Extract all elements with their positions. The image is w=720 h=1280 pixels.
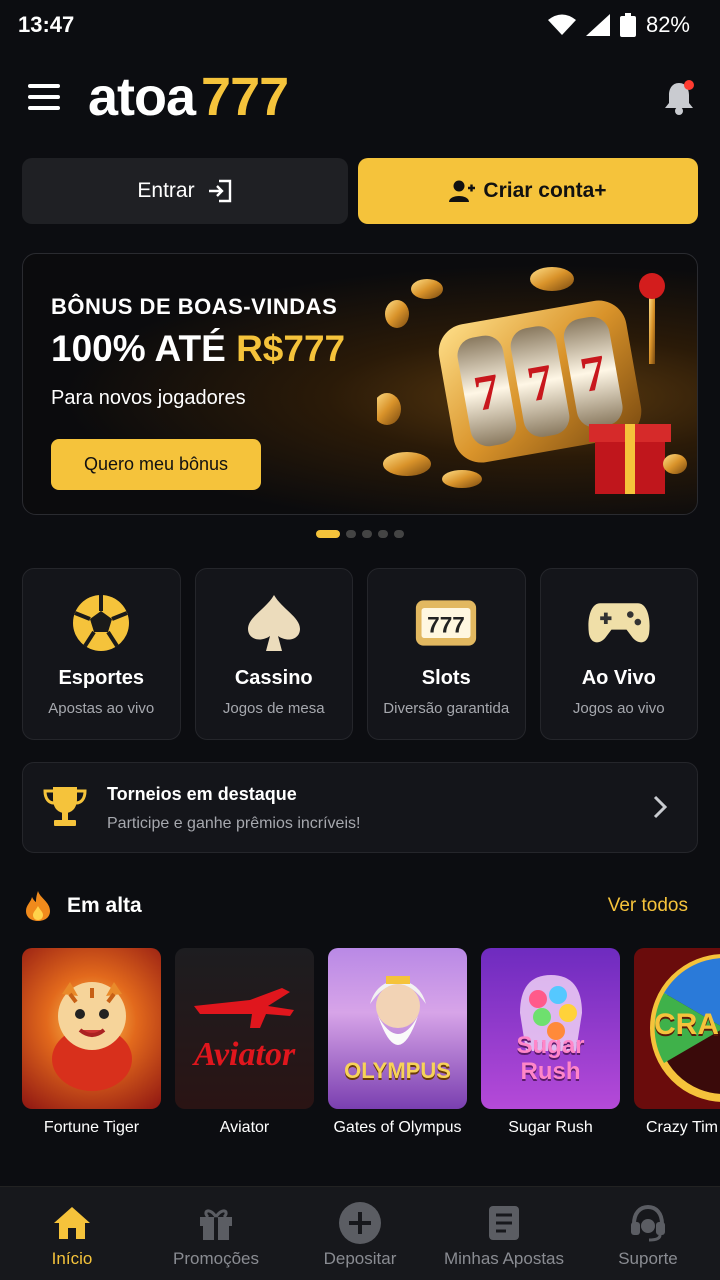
- nav-label: Promoções: [173, 1249, 259, 1268]
- game-card-aviator[interactable]: Aviator Aviator: [175, 948, 314, 1137]
- pagination-dot[interactable]: [362, 530, 372, 538]
- gift-icon: [198, 1203, 234, 1243]
- status-icons: 82%: [547, 12, 690, 38]
- login-button[interactable]: Entrar: [22, 158, 348, 224]
- category-slots[interactable]: 777 Slots Diversão garantida: [367, 568, 526, 740]
- game-card-gates-of-olympus[interactable]: OLYMPUS Gates of Olympus: [328, 948, 467, 1137]
- category-name: Ao Vivo: [581, 667, 656, 689]
- pagination-dot-active[interactable]: [316, 530, 340, 538]
- battery-icon: [619, 13, 636, 37]
- tournaments-title: Torneios em destaque: [107, 784, 297, 804]
- category-subtitle: Apostas ao vivo: [48, 700, 155, 717]
- category-live[interactable]: Ao Vivo Jogos ao vivo: [539, 568, 698, 740]
- pagination-dot[interactable]: [346, 530, 356, 538]
- game-card-fortune-tiger[interactable]: Fortune Tiger: [22, 948, 161, 1137]
- receipt-icon: [488, 1203, 520, 1243]
- wifi-icon: [547, 14, 576, 35]
- soccer-ball-icon: [69, 591, 133, 655]
- auth-buttons: Entrar Criar conta+: [22, 158, 698, 224]
- trending-header: Em alta Ver todos: [0, 886, 720, 926]
- claim-bonus-button[interactable]: Quero meu bônus: [51, 439, 261, 490]
- login-label: Entrar: [137, 179, 195, 202]
- nav-label: Minhas Apostas: [443, 1249, 564, 1268]
- nav-deposit[interactable]: Depositar: [288, 1187, 432, 1280]
- category-subtitle: Jogos ao vivo: [572, 700, 665, 717]
- bottom-navigation: Início Promoções Depositar Minhas Aposta…: [0, 1186, 720, 1280]
- app-header: atoa 777: [0, 62, 720, 132]
- banner-title: BÔNUS DE BOAS-VINDAS: [51, 294, 338, 319]
- game-thumbnail: [22, 948, 161, 1109]
- welcome-bonus-banner[interactable]: BÔNUS DE BOAS-VINDAS 100% ATÉ R$777 Para…: [22, 253, 698, 515]
- trending-title: Em alta: [67, 894, 142, 917]
- category-name: Cassino: [234, 667, 313, 689]
- banner-pagination: [0, 530, 720, 538]
- headset-icon: [629, 1203, 667, 1243]
- logo-text: atoa: [88, 67, 196, 127]
- banner-headline: 100% ATÉ R$777: [51, 328, 346, 369]
- slot-777-icon: 777: [414, 591, 478, 655]
- game-card-crazy-time[interactable]: CRAZ Crazy Tim: [634, 948, 720, 1137]
- logo-number: 777: [201, 67, 289, 127]
- signup-button[interactable]: Criar conta+: [358, 158, 698, 224]
- tournaments-card[interactable]: Torneios em destaque Participe e ganhe p…: [22, 762, 698, 853]
- olympus-logo-text: OLYMPUS: [344, 1057, 451, 1083]
- battery-level: 82%: [645, 12, 690, 37]
- nav-promotions[interactable]: Promoções: [144, 1187, 288, 1280]
- category-name: Slots: [421, 667, 471, 689]
- nav-home[interactable]: Início: [0, 1187, 144, 1280]
- category-name: Esportes: [58, 667, 145, 689]
- home-icon: [53, 1203, 91, 1243]
- status-time: 13:47: [18, 12, 75, 37]
- trending-games-carousel[interactable]: Fortune Tiger Aviator Aviator OLYMPUS Ga…: [22, 948, 720, 1148]
- crazy-time-logo-text: CRAZ: [654, 1008, 720, 1041]
- status-bar: 13:47 82%: [0, 0, 720, 50]
- spade-icon: [242, 591, 306, 655]
- game-name: Sugar Rush: [508, 1119, 593, 1136]
- pagination-dot[interactable]: [394, 530, 404, 538]
- banner-subtitle: Para novos jogadores: [51, 387, 246, 409]
- notification-bell-icon[interactable]: [662, 80, 696, 116]
- fire-icon: [26, 891, 50, 921]
- nav-label: Depositar: [323, 1249, 397, 1268]
- sugar-rush-logo-text: Sugar Rush: [516, 1031, 585, 1085]
- notification-dot: [684, 80, 694, 90]
- game-thumbnail: Aviator: [175, 948, 314, 1109]
- game-name: Gates of Olympus: [333, 1119, 462, 1136]
- nav-my-bets[interactable]: Minhas Apostas: [432, 1187, 576, 1280]
- category-subtitle: Jogos de mesa: [222, 700, 325, 717]
- gamepad-icon: [587, 591, 651, 655]
- hamburger-menu-icon[interactable]: [28, 84, 60, 110]
- category-grid: Esportes Apostas ao vivo Cassino Jogos d…: [22, 568, 698, 740]
- category-subtitle: Diversão garantida: [383, 700, 510, 717]
- nav-support[interactable]: Suporte: [576, 1187, 720, 1280]
- game-thumbnail: OLYMPUS: [328, 948, 467, 1109]
- nav-label: Início: [51, 1249, 93, 1268]
- game-thumbnail: Sugar Rush: [481, 948, 620, 1109]
- plus-circle-icon: [338, 1202, 382, 1244]
- game-name: Crazy Tim: [646, 1119, 718, 1136]
- game-card-sugar-rush[interactable]: Sugar Rush Sugar Rush: [481, 948, 620, 1137]
- slot-machine-illustration: 7 7 7: [377, 267, 687, 494]
- brand-logo[interactable]: atoa 777: [88, 66, 289, 128]
- banner-amount: R$777: [236, 328, 346, 369]
- game-name: Fortune Tiger: [43, 1119, 140, 1136]
- game-name: Aviator: [219, 1119, 270, 1136]
- aviator-logo-text: Aviator: [193, 1035, 296, 1073]
- svg-text:777: 777: [427, 612, 465, 637]
- login-icon: [208, 179, 231, 203]
- user-add-icon: [449, 180, 476, 202]
- signal-icon: [585, 14, 610, 36]
- game-thumbnail: CRAZ: [634, 948, 720, 1109]
- tournaments-subtitle: Participe e ganhe prêmios incríveis!: [107, 815, 361, 832]
- chevron-right-icon: [653, 795, 667, 819]
- category-casino[interactable]: Cassino Jogos de mesa: [194, 568, 353, 740]
- see-all-link[interactable]: Ver todos: [608, 895, 688, 917]
- pagination-dot[interactable]: [378, 530, 388, 538]
- trophy-icon: [43, 787, 87, 826]
- signup-label: Criar conta+: [483, 179, 607, 202]
- category-sports[interactable]: Esportes Apostas ao vivo: [22, 568, 181, 740]
- nav-label: Suporte: [618, 1249, 678, 1268]
